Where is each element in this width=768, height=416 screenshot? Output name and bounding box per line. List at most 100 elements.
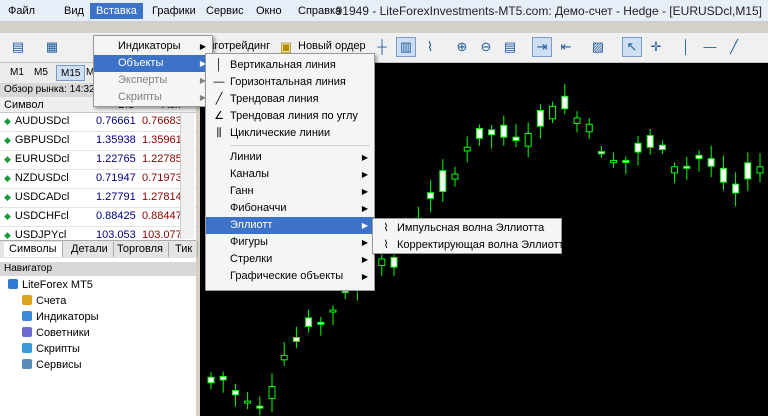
menu-item-0[interactable]: Индикаторы ▶ xyxy=(94,38,212,55)
menu-4[interactable]: Сервис xyxy=(200,3,250,19)
tab-0[interactable]: Символы xyxy=(4,242,63,257)
menu-item-8[interactable]: Фибоначчи ▶ xyxy=(206,200,374,217)
menu-3[interactable]: Графики xyxy=(146,3,202,19)
menu-item-4[interactable]: ⫼ Циклические линии xyxy=(206,125,374,142)
menu-item-6[interactable]: Каналы ▶ xyxy=(206,166,374,183)
zoom-in-icon[interactable]: ⊕ xyxy=(452,37,472,57)
candle-body xyxy=(683,165,691,169)
vertical-line-icon[interactable]: │ xyxy=(676,37,696,57)
cursor-icon[interactable]: ↖ xyxy=(622,37,642,57)
market-row[interactable]: ◆ USDCADcl 1.27791 1.27814 xyxy=(0,189,196,208)
menu-item-10[interactable]: Фигуры ▶ xyxy=(206,234,374,251)
market-row[interactable]: ◆ NZDUSDcl 0.71947 0.71973 xyxy=(0,170,196,189)
market-row[interactable]: ◆ USDCHFcl 0.88425 0.88447 xyxy=(0,208,196,227)
candle-body xyxy=(732,183,740,194)
menu-item-label: Трендовая линия по углу xyxy=(230,110,358,122)
nav-item-label: Советники xyxy=(36,327,90,339)
timeframe-m5[interactable]: M5 xyxy=(30,65,52,81)
indicators-icon[interactable]: ▨ xyxy=(588,37,608,57)
navigator-header: Навигатор xyxy=(0,262,196,276)
row-symbol: ◆ EURUSDcl xyxy=(4,153,69,165)
menu-item-label: Стрелки xyxy=(230,253,273,265)
new-chart-icon[interactable]: ▤ xyxy=(8,37,28,57)
market-row[interactable]: ◆ AUDUSDcl 0.76661 0.76683 xyxy=(0,113,196,132)
crosshair-icon[interactable]: ✛ xyxy=(646,37,666,57)
nav-item-2[interactable]: Индикаторы xyxy=(22,310,99,324)
row-bid: 0.71947 xyxy=(96,172,136,184)
menu-item-label: Трендовая линия xyxy=(230,93,319,105)
nav-item-5[interactable]: Сервисы xyxy=(22,358,82,372)
row-bid: 1.35938 xyxy=(96,134,136,146)
column-symbol[interactable]: Символ xyxy=(4,99,44,111)
tab-2[interactable]: Торговля xyxy=(112,242,169,257)
elliott-item-1[interactable]: ⌇ Корректирующая волна Эллиотта xyxy=(373,237,569,254)
menu-item-label: Объекты xyxy=(118,57,164,69)
menu-item-label: Корректирующая волна Эллиотта xyxy=(397,239,570,251)
trend-arrow-icon: ◆ xyxy=(4,230,11,240)
menu-item-3[interactable]: Скрипты ▶ xyxy=(94,89,212,106)
market-row[interactable]: ◆ GBPUSDcl 1.35938 1.35961 xyxy=(0,132,196,151)
trend-line-icon[interactable]: ╱ xyxy=(724,37,744,57)
algo-trading-button[interactable]: лготрейдинг xyxy=(208,40,270,52)
candle-body xyxy=(256,405,264,409)
nav-item-0[interactable]: LiteForex MT5 xyxy=(8,278,93,292)
menu-item-label: Фибоначчи xyxy=(230,202,287,214)
submenu-arrow-icon: ▶ xyxy=(361,221,368,230)
candlestick-chart-icon[interactable]: ▥ xyxy=(396,37,416,57)
menu-item-2[interactable]: Эксперты ▶ xyxy=(94,72,212,89)
menu-item-5[interactable]: Линии ▶ xyxy=(206,149,374,166)
tab-3[interactable]: Тик xyxy=(170,242,199,257)
market-watch-scrollbar[interactable] xyxy=(180,113,194,239)
bar-chart-icon[interactable]: ┼ xyxy=(372,37,392,57)
nav-item-icon xyxy=(22,343,32,353)
menu-item-3[interactable]: ∠ Трендовая линия по углу xyxy=(206,108,374,125)
candle-body xyxy=(597,151,605,155)
zoom-out-icon[interactable]: ⊖ xyxy=(476,37,496,57)
timeframe-m1[interactable]: M1 xyxy=(6,65,28,81)
tile-windows-icon[interactable]: ▤ xyxy=(500,37,520,57)
menu-item-9[interactable]: Эллиотт ▶ xyxy=(206,217,374,234)
candle-body xyxy=(329,309,337,313)
menu-item-label: Индикаторы xyxy=(118,40,181,52)
menu-2[interactable]: Вставка xyxy=(90,3,143,19)
trend-arrow-icon: ◆ xyxy=(4,154,11,164)
symbol-name: NZDUSDcl xyxy=(14,172,69,184)
trend-arrow-icon: ◆ xyxy=(4,211,11,221)
menu-item-7[interactable]: Ганн ▶ xyxy=(206,183,374,200)
menu-item-12[interactable]: Графические объекты ▶ xyxy=(206,268,374,285)
auto-scroll-icon[interactable]: ⇥ xyxy=(532,37,552,57)
candle-body xyxy=(305,317,313,327)
nav-item-icon xyxy=(22,359,32,369)
elliott-item-0[interactable]: ⌇ Импульсная волна Эллиотта xyxy=(373,220,561,237)
menu-0[interactable]: Файл xyxy=(2,3,41,19)
menu-1[interactable]: Вид xyxy=(58,3,90,19)
candle-body xyxy=(439,170,447,193)
menu-item-icon: ╱ xyxy=(215,93,223,105)
trend-arrow-icon: ◆ xyxy=(4,192,11,202)
candle-body xyxy=(488,129,496,136)
line-chart-icon[interactable]: ⌇ xyxy=(420,37,440,57)
candle-body xyxy=(744,162,752,180)
menu-item-2[interactable]: ╱ Трендовая линия xyxy=(206,91,374,108)
nav-item-3[interactable]: Советники xyxy=(22,326,90,340)
window-title: 91949 - LiteForexInvestments-MT5.com: Де… xyxy=(335,4,762,18)
insert-menu: Индикаторы ▶ Объекты ▶ Эксперты ▶ Скрипты ▶ xyxy=(93,35,213,107)
candle-body xyxy=(451,173,459,180)
nav-item-4[interactable]: Скрипты xyxy=(22,342,80,356)
market-row[interactable]: ◆ EURUSDcl 1.22765 1.22785 xyxy=(0,151,196,170)
menu-5[interactable]: Окно xyxy=(250,3,288,19)
candle-body xyxy=(707,158,715,167)
menu-item-1[interactable]: — Горизонтальная линия xyxy=(206,74,374,91)
nav-item-label: Счета xyxy=(36,295,67,307)
horizontal-line-icon[interactable]: ― xyxy=(700,37,720,57)
menu-item-label: Скрипты xyxy=(118,91,162,103)
menu-item-0[interactable]: │ Вертикальная линия xyxy=(206,57,374,74)
menu-item-1[interactable]: Объекты ▶ xyxy=(94,55,212,72)
profiles-icon[interactable]: ▦ xyxy=(42,37,62,57)
tab-1[interactable]: Детали xyxy=(66,242,114,257)
new-order-button[interactable]: Новый ордер xyxy=(298,40,366,52)
submenu-arrow-icon: ▶ xyxy=(361,187,368,196)
nav-item-1[interactable]: Счета xyxy=(22,294,66,308)
chart-shift-icon[interactable]: ⇤ xyxy=(556,37,576,57)
menu-item-11[interactable]: Стрелки ▶ xyxy=(206,251,374,268)
